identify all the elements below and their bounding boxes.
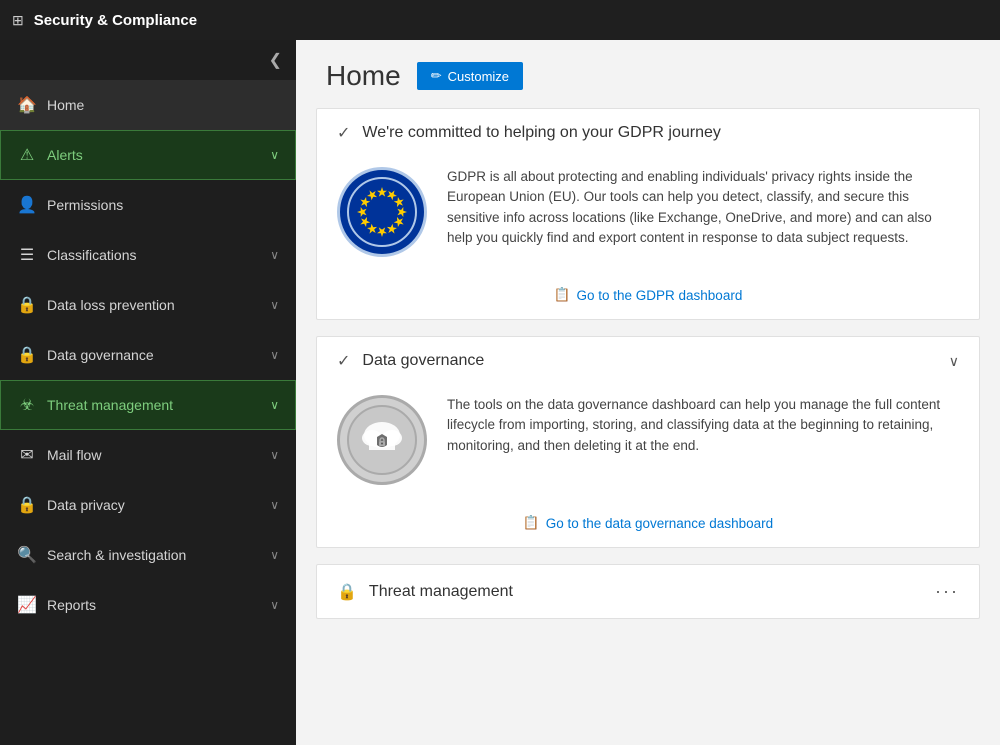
sidebar-item-home[interactable]: 🏠 Home (0, 80, 296, 130)
gdpr-link-text: Go to the GDPR dashboard (576, 288, 742, 303)
data-governance-image (337, 395, 427, 485)
search-icon: 🔍 (17, 545, 37, 565)
sidebar-item-label: Mail flow (47, 447, 101, 463)
sidebar-item-label: Search & investigation (47, 547, 186, 563)
sidebar-item-label: Data privacy (47, 497, 125, 513)
check-icon: ✓ (337, 351, 350, 371)
gdpr-card-title: We're committed to helping on your GDPR … (362, 124, 720, 142)
sidebar-item-data-loss[interactable]: 🔒 Data loss prevention ∨ (0, 280, 296, 330)
chevron-down-icon: ∨ (270, 348, 279, 362)
threat-management-card-header[interactable]: 🔒 Threat management ··· (317, 565, 979, 618)
sidebar-item-label: Data loss prevention (47, 297, 175, 313)
sidebar-item-label: Home (47, 97, 84, 113)
sidebar-item-data-privacy[interactable]: 🔒 Data privacy ∨ (0, 480, 296, 530)
collapse-icon[interactable]: ❮ (269, 50, 282, 70)
alerts-icon: ⚠ (17, 145, 37, 165)
data-governance-link[interactable]: 📋 Go to the data governance dashboard (317, 505, 979, 547)
sidebar-item-label: Data governance (47, 347, 154, 363)
sidebar-item-label: Permissions (47, 197, 123, 213)
sidebar-item-mail-flow[interactable]: ✉ Mail flow ∨ (0, 430, 296, 480)
gdpr-card-header[interactable]: ✓ We're committed to helping on your GDP… (317, 109, 979, 157)
sidebar-item-alerts[interactable]: ⚠ Alerts ∨ (0, 130, 296, 180)
sidebar-item-label: Classifications (47, 247, 136, 263)
clipboard-icon: 📋 (523, 515, 540, 531)
data-governance-link-text: Go to the data governance dashboard (546, 516, 773, 531)
sidebar-item-reports[interactable]: 📈 Reports ∨ (0, 580, 296, 630)
data-gov-svg (347, 405, 417, 475)
data-governance-icon: 🔒 (17, 345, 37, 365)
sidebar-item-classifications[interactable]: ☰ Classifications ∨ (0, 230, 296, 280)
permissions-icon: 👤 (17, 195, 37, 215)
gdpr-card: ✓ We're committed to helping on your GDP… (316, 108, 980, 320)
sidebar: ❮ 🏠 Home ⚠ Alerts ∨ 👤 Permissions (0, 40, 296, 745)
data-governance-card-body: The tools on the data governance dashboa… (317, 385, 979, 505)
data-governance-dashboard-link[interactable]: 📋 Go to the data governance dashboard (523, 515, 773, 531)
more-options-icon[interactable]: ··· (935, 581, 959, 602)
data-privacy-icon: 🔒 (17, 495, 37, 515)
sidebar-item-search-investigation[interactable]: 🔍 Search & investigation ∨ (0, 530, 296, 580)
chevron-down-icon: ∨ (270, 298, 279, 312)
check-icon: ✓ (337, 123, 350, 143)
gdpr-dashboard-link[interactable]: 📋 Go to the GDPR dashboard (554, 287, 743, 303)
data-governance-description: The tools on the data governance dashboa… (447, 395, 959, 456)
chevron-down-icon: ∨ (270, 598, 279, 612)
app-title: Security & Compliance (34, 12, 197, 29)
threat-management-card-title: Threat management (369, 583, 513, 601)
classifications-icon: ☰ (17, 245, 37, 265)
threat-icon: ☣ (17, 395, 37, 415)
lock-icon: 🔒 (337, 582, 357, 602)
edit-icon: ✏ (431, 68, 442, 84)
sidebar-collapse[interactable]: ❮ (0, 40, 296, 80)
mail-icon: ✉ (17, 445, 37, 465)
sidebar-item-label: Threat management (47, 397, 173, 413)
page-header: Home ✏ Customize (296, 40, 1000, 108)
sidebar-item-data-governance[interactable]: 🔒 Data governance ∨ (0, 330, 296, 380)
eu-flag-svg (347, 177, 417, 247)
customize-label: Customize (448, 69, 509, 84)
chevron-down-icon: ∨ (949, 353, 959, 370)
page-title: Home (326, 60, 401, 92)
data-loss-icon: 🔒 (17, 295, 37, 315)
threat-management-card: 🔒 Threat management ··· (316, 564, 980, 619)
sidebar-item-threat-management[interactable]: ☣ Threat management ∨ (0, 380, 296, 430)
data-governance-card-title: Data governance (362, 352, 484, 370)
data-governance-card: ✓ Data governance ∨ (316, 336, 980, 548)
main-layout: ❮ 🏠 Home ⚠ Alerts ∨ 👤 Permissions (0, 40, 1000, 745)
gdpr-description: GDPR is all about protecting and enablin… (447, 167, 959, 248)
chevron-down-icon: ∨ (270, 248, 279, 262)
grid-icon: ⊞ (12, 12, 24, 29)
chevron-down-icon: ∨ (270, 498, 279, 512)
chevron-down-icon: ∨ (270, 148, 279, 162)
sidebar-item-label: Reports (47, 597, 96, 613)
top-bar: ⊞ Security & Compliance (0, 0, 1000, 40)
clipboard-icon: 📋 (554, 287, 571, 303)
chevron-down-icon: ∨ (270, 548, 279, 562)
gdpr-link[interactable]: 📋 Go to the GDPR dashboard (317, 277, 979, 319)
customize-button[interactable]: ✏ Customize (417, 62, 523, 90)
data-governance-card-header[interactable]: ✓ Data governance ∨ (317, 337, 979, 385)
eu-flag-image (337, 167, 427, 257)
reports-icon: 📈 (17, 595, 37, 615)
home-icon: 🏠 (17, 95, 37, 115)
sidebar-item-permissions[interactable]: 👤 Permissions (0, 180, 296, 230)
main-content: Home ✏ Customize ✓ We're committed to he… (296, 40, 1000, 745)
chevron-down-icon: ∨ (270, 398, 279, 412)
gdpr-card-body: GDPR is all about protecting and enablin… (317, 157, 979, 277)
chevron-down-icon: ∨ (270, 448, 279, 462)
sidebar-item-label: Alerts (47, 147, 83, 163)
